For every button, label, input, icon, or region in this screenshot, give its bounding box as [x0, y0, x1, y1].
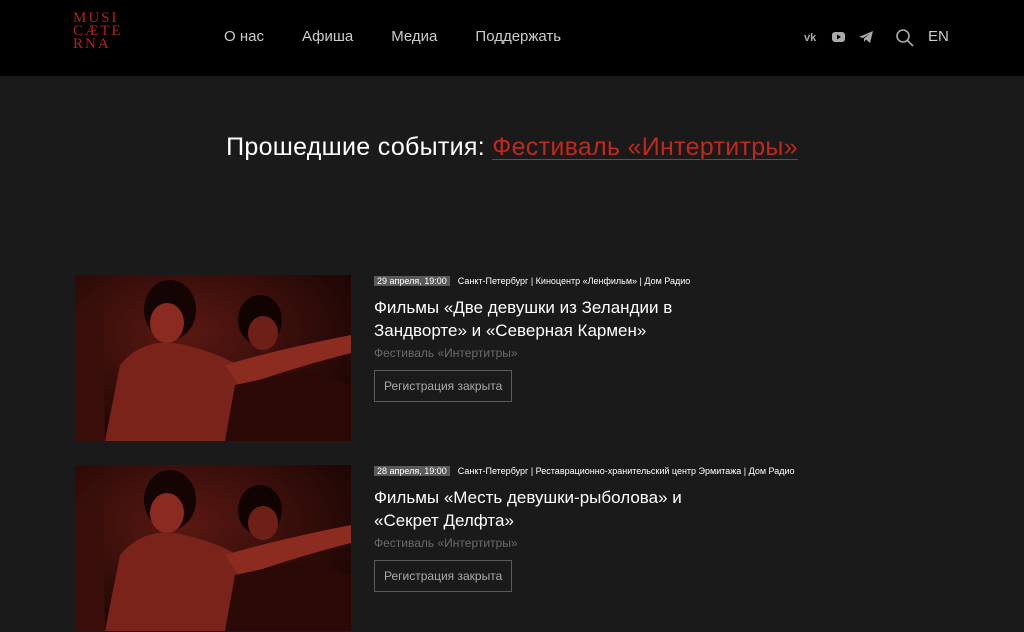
event-date: 28 апреля, 19:00 [374, 466, 450, 476]
event-meta: 29 апреля, 19:00 Санкт-Петербург | Киноце… [374, 275, 874, 287]
festival-link[interactable]: Фестиваль «Интертитры» [492, 133, 798, 161]
page-title-prefix: Прошедшие события: [226, 133, 486, 161]
language-switch[interactable]: EN [928, 28, 949, 46]
event-title[interactable]: Фильмы «Месть девушки-рыболова» и «Секре… [374, 486, 734, 532]
svg-text:vk: vk [804, 32, 817, 44]
social-links: vk [803, 28, 884, 46]
event-location: Санкт-Петербург | Реставрационно-храните… [457, 466, 795, 476]
event-location: Санкт-Петербург | Киноцентр «Ленфильм» |… [457, 276, 691, 286]
event-meta: 28 апреля, 19:00 Санкт-Петербург | Рестав… [374, 465, 874, 477]
event-info: 29 апреля, 19:00 Санкт-Петербург | Киноце… [374, 275, 874, 402]
event-thumbnail[interactable] [75, 275, 351, 441]
logo[interactable]: MUSI CÆTE RNA [73, 11, 133, 52]
site-header: MUSI CÆTE RNA О нас Афиша Медиа Поддержа… [0, 0, 1024, 76]
event-card: 28 апреля, 19:00 Санкт-Петербург | Рестав… [75, 465, 875, 631]
registration-button[interactable]: Регистрация закрыта [374, 560, 513, 592]
logo-line-3: RNA [73, 36, 111, 52]
nav-about[interactable]: О нас [224, 28, 264, 46]
event-title[interactable]: Фильмы «Две девушки из Зеландии в Зандво… [374, 296, 734, 342]
telegram-icon[interactable] [857, 28, 875, 46]
youtube-icon[interactable] [830, 28, 848, 46]
event-festival[interactable]: Фестиваль «Интертитры» [374, 345, 874, 361]
nav-support[interactable]: Поддержать [475, 28, 561, 46]
page-title: Прошедшие события: Фестиваль «Интертитры… [0, 130, 1024, 164]
main-nav: О нас Афиша Медиа Поддержать [224, 28, 599, 46]
nav-media[interactable]: Медиа [391, 28, 437, 46]
vk-icon[interactable]: vk [803, 28, 821, 46]
event-card: 29 апреля, 19:00 Санкт-Петербург | Киноце… [75, 275, 875, 441]
search-icon[interactable] [895, 28, 915, 48]
event-thumbnail[interactable] [75, 465, 351, 631]
event-date: 29 апреля, 19:00 [374, 276, 450, 286]
nav-afisha[interactable]: Афиша [302, 28, 353, 46]
event-festival[interactable]: Фестиваль «Интертитры» [374, 535, 874, 551]
registration-button[interactable]: Регистрация закрыта [374, 370, 513, 402]
event-info: 28 апреля, 19:00 Санкт-Петербург | Рестав… [374, 465, 874, 592]
